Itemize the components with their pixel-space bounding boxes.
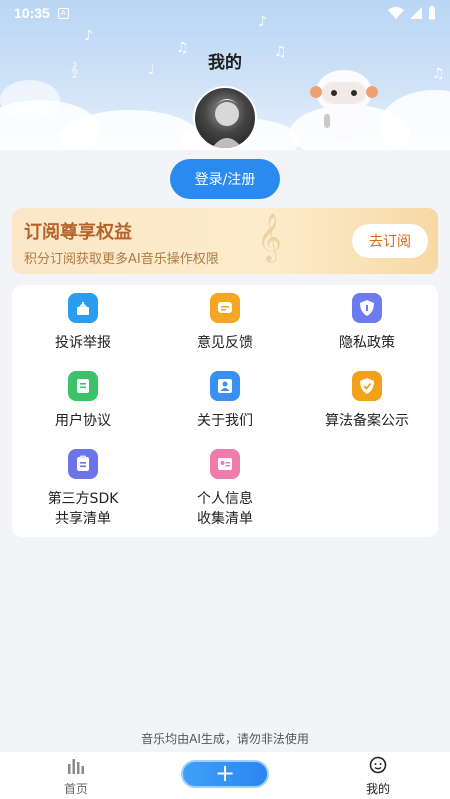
report-icon [68, 293, 98, 323]
menu-item-label: 关于我们 [197, 413, 253, 429]
battery-icon [429, 6, 435, 20]
menu-item-label: 隐私政策 [339, 335, 395, 351]
subscription-card[interactable]: 𝄞 订阅尊享权益 积分订阅获取更多AI音乐操作权限 去订阅 [12, 208, 438, 274]
subscription-description: 积分订阅获取更多AI音乐操作权限 [24, 252, 219, 267]
user-face-icon [369, 756, 387, 774]
tab-mine-label: 我的 [365, 782, 390, 796]
status-time: 10:35 [14, 5, 50, 21]
signal-icon [410, 7, 422, 19]
plus-icon: + [214, 759, 236, 787]
shield-icon [352, 293, 382, 323]
subscribe-button[interactable]: 去订阅 [352, 224, 428, 258]
tab-home[interactable]: 首页 [48, 756, 104, 797]
tab-home-label: 首页 [63, 782, 88, 796]
menu-item-third-party-sdk[interactable]: 第三方SDK 共享清单 [12, 449, 154, 529]
menu-item-about-us[interactable]: 关于我们 [154, 371, 296, 431]
clipboard-icon [68, 449, 98, 479]
badge-icon [352, 371, 382, 401]
login-register-button[interactable]: 登录/注册 [170, 159, 280, 199]
menu-item-personal-info[interactable]: 个人信息 收集清单 [154, 449, 296, 529]
menu-item-user-agreement[interactable]: 用户协议 [12, 371, 154, 431]
menu-item-label: 意见反馈 [197, 335, 253, 351]
subscription-title: 订阅尊享权益 [24, 222, 132, 243]
status-bar: 10:35 A [0, 0, 450, 26]
wifi-icon [388, 7, 404, 19]
page-title: 我的 [208, 53, 242, 73]
menu-item-feedback[interactable]: 意见反馈 [154, 293, 296, 353]
menu-item-report[interactable]: 投诉举报 [12, 293, 154, 353]
notification-icon: A [57, 7, 69, 19]
feedback-icon [210, 293, 240, 323]
equalizer-icon [68, 759, 84, 774]
avatar[interactable] [193, 86, 257, 150]
menu-item-label: 第三方SDK 共享清单 [47, 491, 119, 527]
menu-item-algorithm-filing[interactable]: 算法备案公示 [296, 371, 438, 431]
contact-icon [210, 371, 240, 401]
id-card-icon [210, 449, 240, 479]
menu-item-privacy[interactable]: 隐私政策 [296, 293, 438, 353]
menu-item-label: 用户协议 [55, 413, 111, 429]
menu-grid: 投诉举报 意见反馈 隐私政策 用户协议 关于我们 算法备案公示 第三方SDK 共… [12, 285, 438, 537]
tab-mine[interactable]: 我的 [350, 756, 406, 797]
menu-item-label: 投诉举报 [55, 335, 111, 351]
create-music-button[interactable]: + [181, 760, 269, 788]
mascot-illustration [310, 70, 378, 140]
document-icon [68, 371, 98, 401]
footer-disclaimer: 音乐均由AI生成，请勿非法使用 [141, 732, 309, 746]
menu-item-label: 算法备案公示 [325, 413, 409, 429]
menu-item-label: 个人信息 收集清单 [197, 491, 253, 527]
music-clef-icon: 𝄞 [257, 212, 282, 261]
music-note-icon: ♪ [84, 28, 93, 44]
bottom-tab-bar: 首页 + 我的 [0, 752, 450, 799]
